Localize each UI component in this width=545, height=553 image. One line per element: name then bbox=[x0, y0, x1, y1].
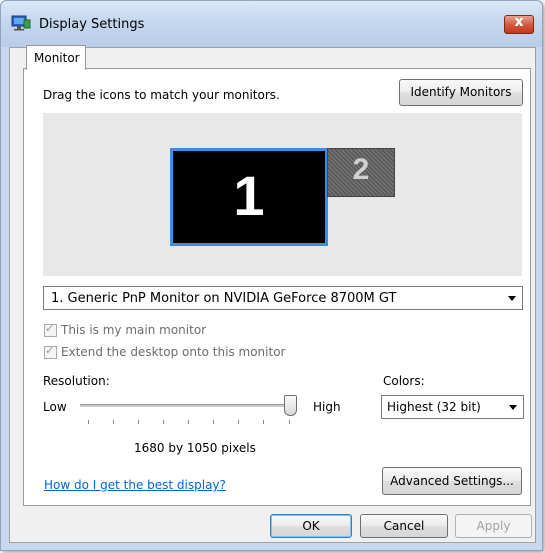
colors-dropdown-value: Highest (32 bit) bbox=[387, 400, 481, 414]
monitor-2-icon[interactable]: 2 bbox=[327, 148, 395, 197]
monitor-2-number: 2 bbox=[352, 153, 370, 186]
window-title: Display Settings bbox=[39, 17, 145, 32]
title-bar[interactable]: Display Settings x bbox=[1, 1, 542, 47]
ok-label: OK bbox=[302, 519, 320, 533]
slider-tick bbox=[188, 420, 189, 424]
main-monitor-label: This is my main monitor bbox=[61, 323, 207, 337]
extend-desktop-checkbox bbox=[44, 344, 57, 359]
slider-tick bbox=[289, 420, 290, 424]
resolution-slider-track[interactable] bbox=[80, 404, 292, 407]
main-monitor-checkbox bbox=[44, 322, 57, 337]
chevron-down-icon bbox=[509, 405, 517, 410]
cancel-label: Cancel bbox=[383, 519, 425, 533]
slider-tick bbox=[88, 420, 89, 424]
monitor-dropdown[interactable]: 1. Generic PnP Monitor on NVIDIA GeForce… bbox=[43, 286, 523, 310]
apply-label: Apply bbox=[476, 519, 511, 533]
resolution-high-label: High bbox=[313, 400, 341, 414]
apply-button[interactable]: Apply bbox=[455, 514, 532, 538]
slider-tick bbox=[263, 420, 264, 424]
slider-tick bbox=[113, 420, 114, 424]
tab-monitor-label: Monitor bbox=[34, 51, 80, 65]
drag-instruction: Drag the icons to match your monitors. bbox=[43, 88, 280, 102]
tab-monitor[interactable]: Monitor bbox=[26, 45, 86, 70]
cancel-button[interactable]: Cancel bbox=[360, 514, 448, 538]
resolution-low-label: Low bbox=[43, 400, 67, 414]
slider-tick bbox=[238, 420, 239, 424]
monitor-dropdown-value: 1. Generic PnP Monitor on NVIDIA GeForce… bbox=[51, 291, 397, 306]
monitor-1-icon[interactable]: 1 bbox=[170, 148, 328, 246]
resolution-label: Resolution: bbox=[43, 374, 110, 388]
best-display-help-link[interactable]: How do I get the best display? bbox=[44, 478, 226, 492]
slider-tick bbox=[163, 420, 164, 424]
advanced-settings-label: Advanced Settings... bbox=[390, 474, 514, 488]
advanced-settings-button[interactable]: Advanced Settings... bbox=[382, 467, 522, 495]
ok-button[interactable]: OK bbox=[270, 514, 352, 538]
display-settings-icon bbox=[11, 15, 31, 31]
close-icon: x bbox=[514, 14, 524, 30]
slider-tick bbox=[138, 420, 139, 424]
monitor-1-number: 1 bbox=[233, 164, 265, 227]
resolution-value: 1680 by 1050 pixels bbox=[134, 441, 256, 455]
slider-tick bbox=[213, 420, 214, 424]
colors-label: Colors: bbox=[383, 374, 425, 388]
chevron-down-icon bbox=[508, 296, 516, 301]
identify-monitors-label: Identify Monitors bbox=[410, 85, 512, 99]
identify-monitors-button[interactable]: Identify Monitors bbox=[399, 79, 523, 106]
resolution-slider-thumb[interactable] bbox=[284, 395, 297, 416]
extend-desktop-label: Extend the desktop onto this monitor bbox=[61, 345, 286, 359]
close-button[interactable]: x bbox=[504, 14, 534, 34]
colors-dropdown[interactable]: Highest (32 bit) bbox=[381, 395, 524, 419]
